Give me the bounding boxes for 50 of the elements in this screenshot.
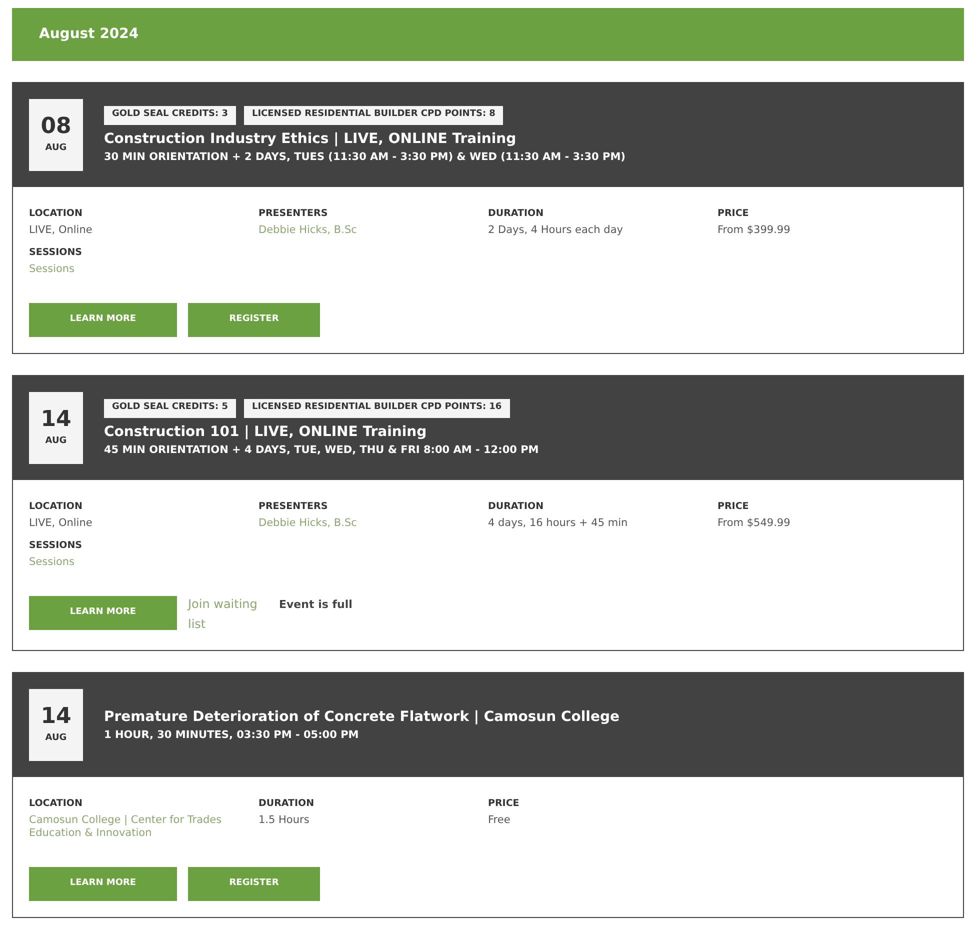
field-label: SESSIONS <box>29 246 83 259</box>
field-value[interactable]: Sessions <box>29 263 238 276</box>
field-label: DURATION <box>488 500 545 513</box>
field-label: PRICE <box>718 207 750 220</box>
field-value[interactable]: Sessions <box>29 556 238 569</box>
credit-badge: GOLD SEAL CREDITS: 3 <box>104 106 236 124</box>
field-label: DURATION <box>258 797 316 810</box>
field-label: PRESENTERS <box>258 207 329 220</box>
date-day: 08 <box>40 114 72 140</box>
field-label: LOCATION <box>29 797 84 810</box>
credit-badge: LICENSED RESIDENTIAL BUILDER CPD POINTS: 8 <box>244 106 504 124</box>
credit-badge: GOLD SEAL CREDITS: 5 <box>104 398 236 418</box>
field-label: LOCATION <box>29 500 84 513</box>
status-note: Event is full <box>279 597 352 613</box>
event-title[interactable]: Premature Deterioration of Concrete Flatwork | Camosun College <box>104 707 620 727</box>
event-schedule: 30 MIN ORIENTATION + 2 DAYS, TUES (11:30 AM - 3:30 PM) & WED (11:30 AM - 3:30 PM) <box>104 150 626 164</box>
date-day: 14 <box>40 407 72 434</box>
field-label: PRICE <box>488 797 520 810</box>
field-label: PRICE <box>718 500 750 513</box>
date-month: AUG <box>45 435 67 448</box>
field-value: LIVE, Online <box>29 517 94 530</box>
learn-more-button[interactable]: LEARN MORE <box>29 867 177 901</box>
field-value: From $399.99 <box>718 224 792 237</box>
learn-more-button[interactable]: LEARN MORE <box>29 303 177 337</box>
field-value: 1.5 Hours <box>258 814 310 827</box>
field-label: PRESENTERS <box>258 500 329 513</box>
register-button[interactable]: REGISTER <box>188 867 320 901</box>
waiting-list-link[interactable]: Join waiting list <box>188 594 268 634</box>
month-title: August 2024 <box>39 25 139 44</box>
field-value: Free <box>488 814 512 827</box>
field-label: LOCATION <box>29 207 84 220</box>
field-label: SESSIONS <box>29 539 83 552</box>
date-month: AUG <box>45 142 67 156</box>
field-value: 4 days, 16 hours + 45 min <box>488 517 629 530</box>
date-day: 14 <box>40 704 72 730</box>
field-value[interactable]: Debbie Hicks, B.Sc <box>258 224 468 237</box>
field-label: DURATION <box>488 207 545 220</box>
event-title[interactable]: Construction Industry Ethics | LIVE, ONLINE Training <box>104 128 626 148</box>
event-schedule: 45 MIN ORIENTATION + 4 DAYS, TUE, WED, THU & FRI 8:00 AM - 12:00 PM <box>104 442 539 458</box>
event-schedule: 1 HOUR, 30 MINUTES, 03:30 PM - 05:00 PM <box>104 728 360 743</box>
event-title[interactable]: Construction 101 | LIVE, ONLINE Training <box>104 422 539 442</box>
date-month: AUG <box>45 732 67 746</box>
field-value: From $549.99 <box>718 517 792 530</box>
field-value[interactable]: Camosun College | Center for Trades Education & Innovation <box>29 814 238 840</box>
field-value: 2 Days, 4 Hours each day <box>488 224 624 237</box>
learn-more-button[interactable]: LEARN MORE <box>29 596 177 630</box>
field-value: LIVE, Online <box>29 224 94 237</box>
register-button[interactable]: REGISTER <box>188 303 320 337</box>
field-value[interactable]: Debbie Hicks, B.Sc <box>258 517 468 530</box>
credit-badge: LICENSED RESIDENTIAL BUILDER CPD POINTS: 16 <box>244 398 510 418</box>
